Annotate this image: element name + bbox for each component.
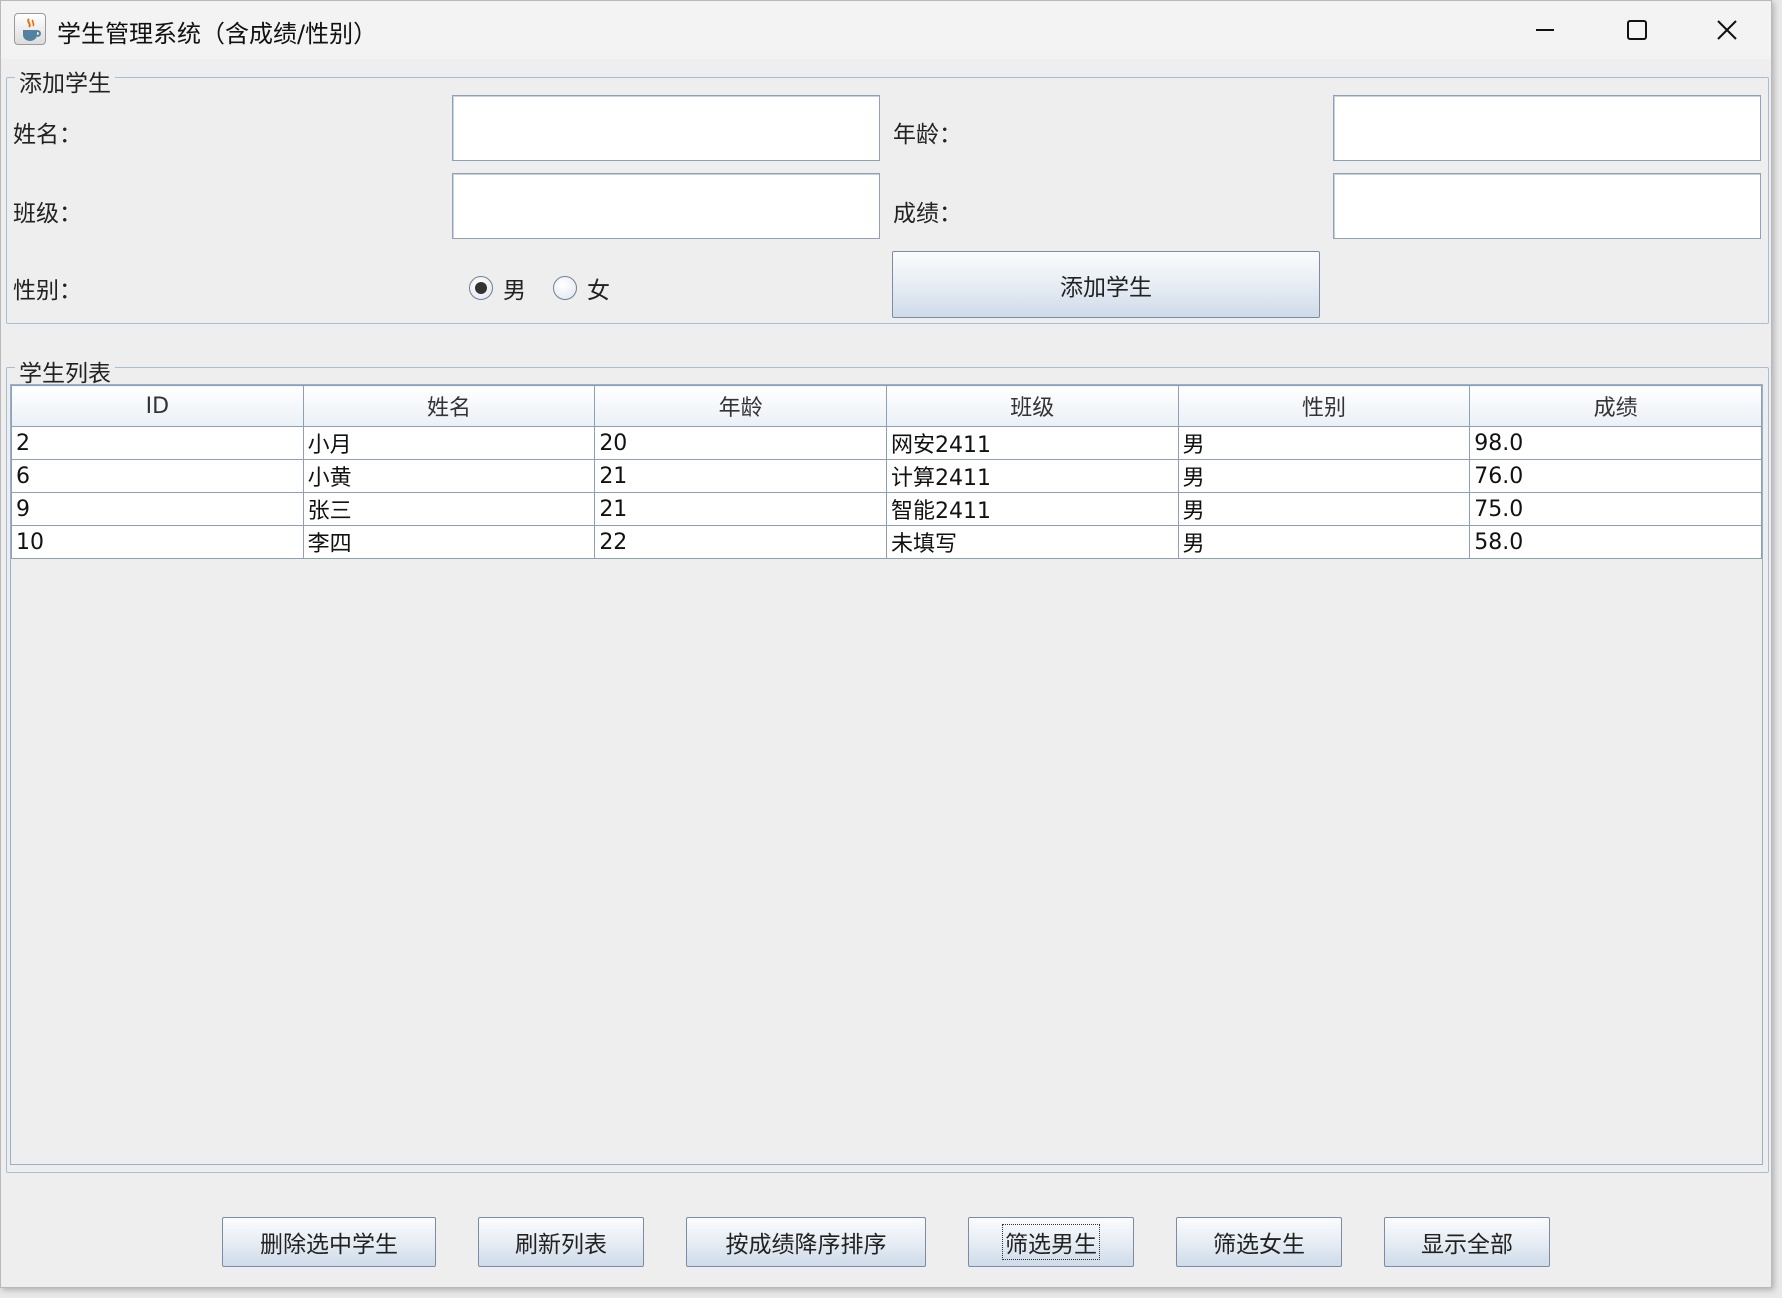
add-student-legend: 添加学生 (15, 64, 115, 98)
add-student-button-label: 添加学生 (1060, 274, 1152, 301)
cell-class: 计算2411 (885, 459, 1179, 493)
radio-checked-icon (469, 276, 493, 300)
minimize-button[interactable] (1499, 1, 1591, 59)
title-bar: 学生管理系统（含成绩/性别） (1, 1, 1771, 59)
cell-score: 98.0 (1469, 426, 1762, 460)
name-label: 姓名： (13, 122, 82, 148)
score-input[interactable] (1333, 173, 1761, 239)
cell-id: 2 (11, 426, 304, 460)
add-student-button[interactable]: 添加学生 (892, 251, 1320, 318)
close-icon (1717, 20, 1737, 40)
cell-gender: 男 (1177, 525, 1471, 559)
gender-female-radio[interactable]: 女 (553, 271, 610, 305)
cell-class: 智能2411 (885, 492, 1179, 526)
table-row[interactable]: 2 小月 20 网安2411 男 98.0 (11, 426, 1762, 460)
gender-male-radio[interactable]: 男 (469, 271, 526, 305)
sort-by-score-button[interactable]: 按成绩降序排序 (686, 1217, 926, 1267)
cell-id: 6 (11, 459, 304, 493)
table-row[interactable]: 10 李四 22 未填写 男 58.0 (11, 525, 1762, 559)
column-header-name[interactable]: 姓名 (302, 385, 596, 427)
cell-class: 未填写 (885, 525, 1179, 559)
cell-age: 21 (594, 459, 887, 493)
refresh-list-button-label: 刷新列表 (515, 1232, 607, 1258)
delete-selected-button-label: 删除选中学生 (260, 1232, 398, 1258)
table-header-row: ID 姓名 年龄 班级 性别 成绩 (11, 385, 1762, 427)
maximize-icon (1627, 20, 1647, 40)
class-input[interactable] (452, 173, 880, 239)
age-label: 年龄： (893, 122, 962, 148)
gender-female-label: 女 (587, 278, 610, 304)
delete-selected-button[interactable]: 删除选中学生 (222, 1217, 436, 1267)
column-header-age[interactable]: 年龄 (594, 385, 887, 427)
minimize-icon (1536, 29, 1554, 31)
cell-gender: 男 (1177, 492, 1471, 526)
column-header-id[interactable]: ID (11, 385, 304, 427)
cell-name: 小黄 (302, 459, 596, 493)
column-header-score[interactable]: 成绩 (1469, 385, 1762, 427)
filter-female-button-label: 筛选女生 (1213, 1232, 1305, 1258)
filter-male-button-label: 筛选男生 (1002, 1224, 1100, 1260)
score-label: 成绩： (893, 201, 962, 227)
close-button[interactable] (1681, 1, 1773, 59)
table-row[interactable]: 6 小黄 21 计算2411 男 76.0 (11, 459, 1762, 493)
maximize-button[interactable] (1591, 1, 1683, 59)
column-header-class[interactable]: 班级 (885, 385, 1179, 427)
cell-gender: 男 (1177, 426, 1471, 460)
cell-name: 小月 (302, 426, 596, 460)
cell-name: 张三 (302, 492, 596, 526)
filter-female-button[interactable]: 筛选女生 (1176, 1217, 1342, 1267)
cell-class: 网安2411 (885, 426, 1179, 460)
cell-id: 9 (11, 492, 304, 526)
table-row[interactable]: 9 张三 21 智能2411 男 75.0 (11, 492, 1762, 526)
show-all-button[interactable]: 显示全部 (1384, 1217, 1550, 1267)
gender-label: 性别： (13, 278, 82, 304)
student-table[interactable]: ID 姓名 年龄 班级 性别 成绩 2 小月 20 网安2411 男 98.0 … (11, 385, 1762, 559)
main-window: 学生管理系统（含成绩/性别） 添加学生 姓名： 年龄： 班级： 成绩： 性别： (0, 0, 1772, 1288)
cell-age: 20 (594, 426, 887, 460)
cell-name: 李四 (302, 525, 596, 559)
cell-score: 75.0 (1469, 492, 1762, 526)
cell-score: 58.0 (1469, 525, 1762, 559)
class-label: 班级： (13, 201, 82, 227)
name-input[interactable] (452, 95, 880, 161)
java-cup-icon (14, 13, 46, 45)
column-header-gender[interactable]: 性别 (1177, 385, 1471, 427)
radio-unchecked-icon (553, 276, 577, 300)
age-input[interactable] (1333, 95, 1761, 161)
window-title: 学生管理系统（含成绩/性别） (57, 20, 378, 48)
sort-by-score-button-label: 按成绩降序排序 (725, 1232, 887, 1258)
show-all-button-label: 显示全部 (1421, 1232, 1513, 1258)
filter-male-button[interactable]: 筛选男生 (968, 1217, 1134, 1267)
refresh-list-button[interactable]: 刷新列表 (478, 1217, 644, 1267)
cell-score: 76.0 (1469, 459, 1762, 493)
student-list-legend: 学生列表 (15, 354, 115, 388)
cell-id: 10 (11, 525, 304, 559)
cell-gender: 男 (1177, 459, 1471, 493)
gender-male-label: 男 (503, 278, 526, 304)
cell-age: 21 (594, 492, 887, 526)
cell-age: 22 (594, 525, 887, 559)
